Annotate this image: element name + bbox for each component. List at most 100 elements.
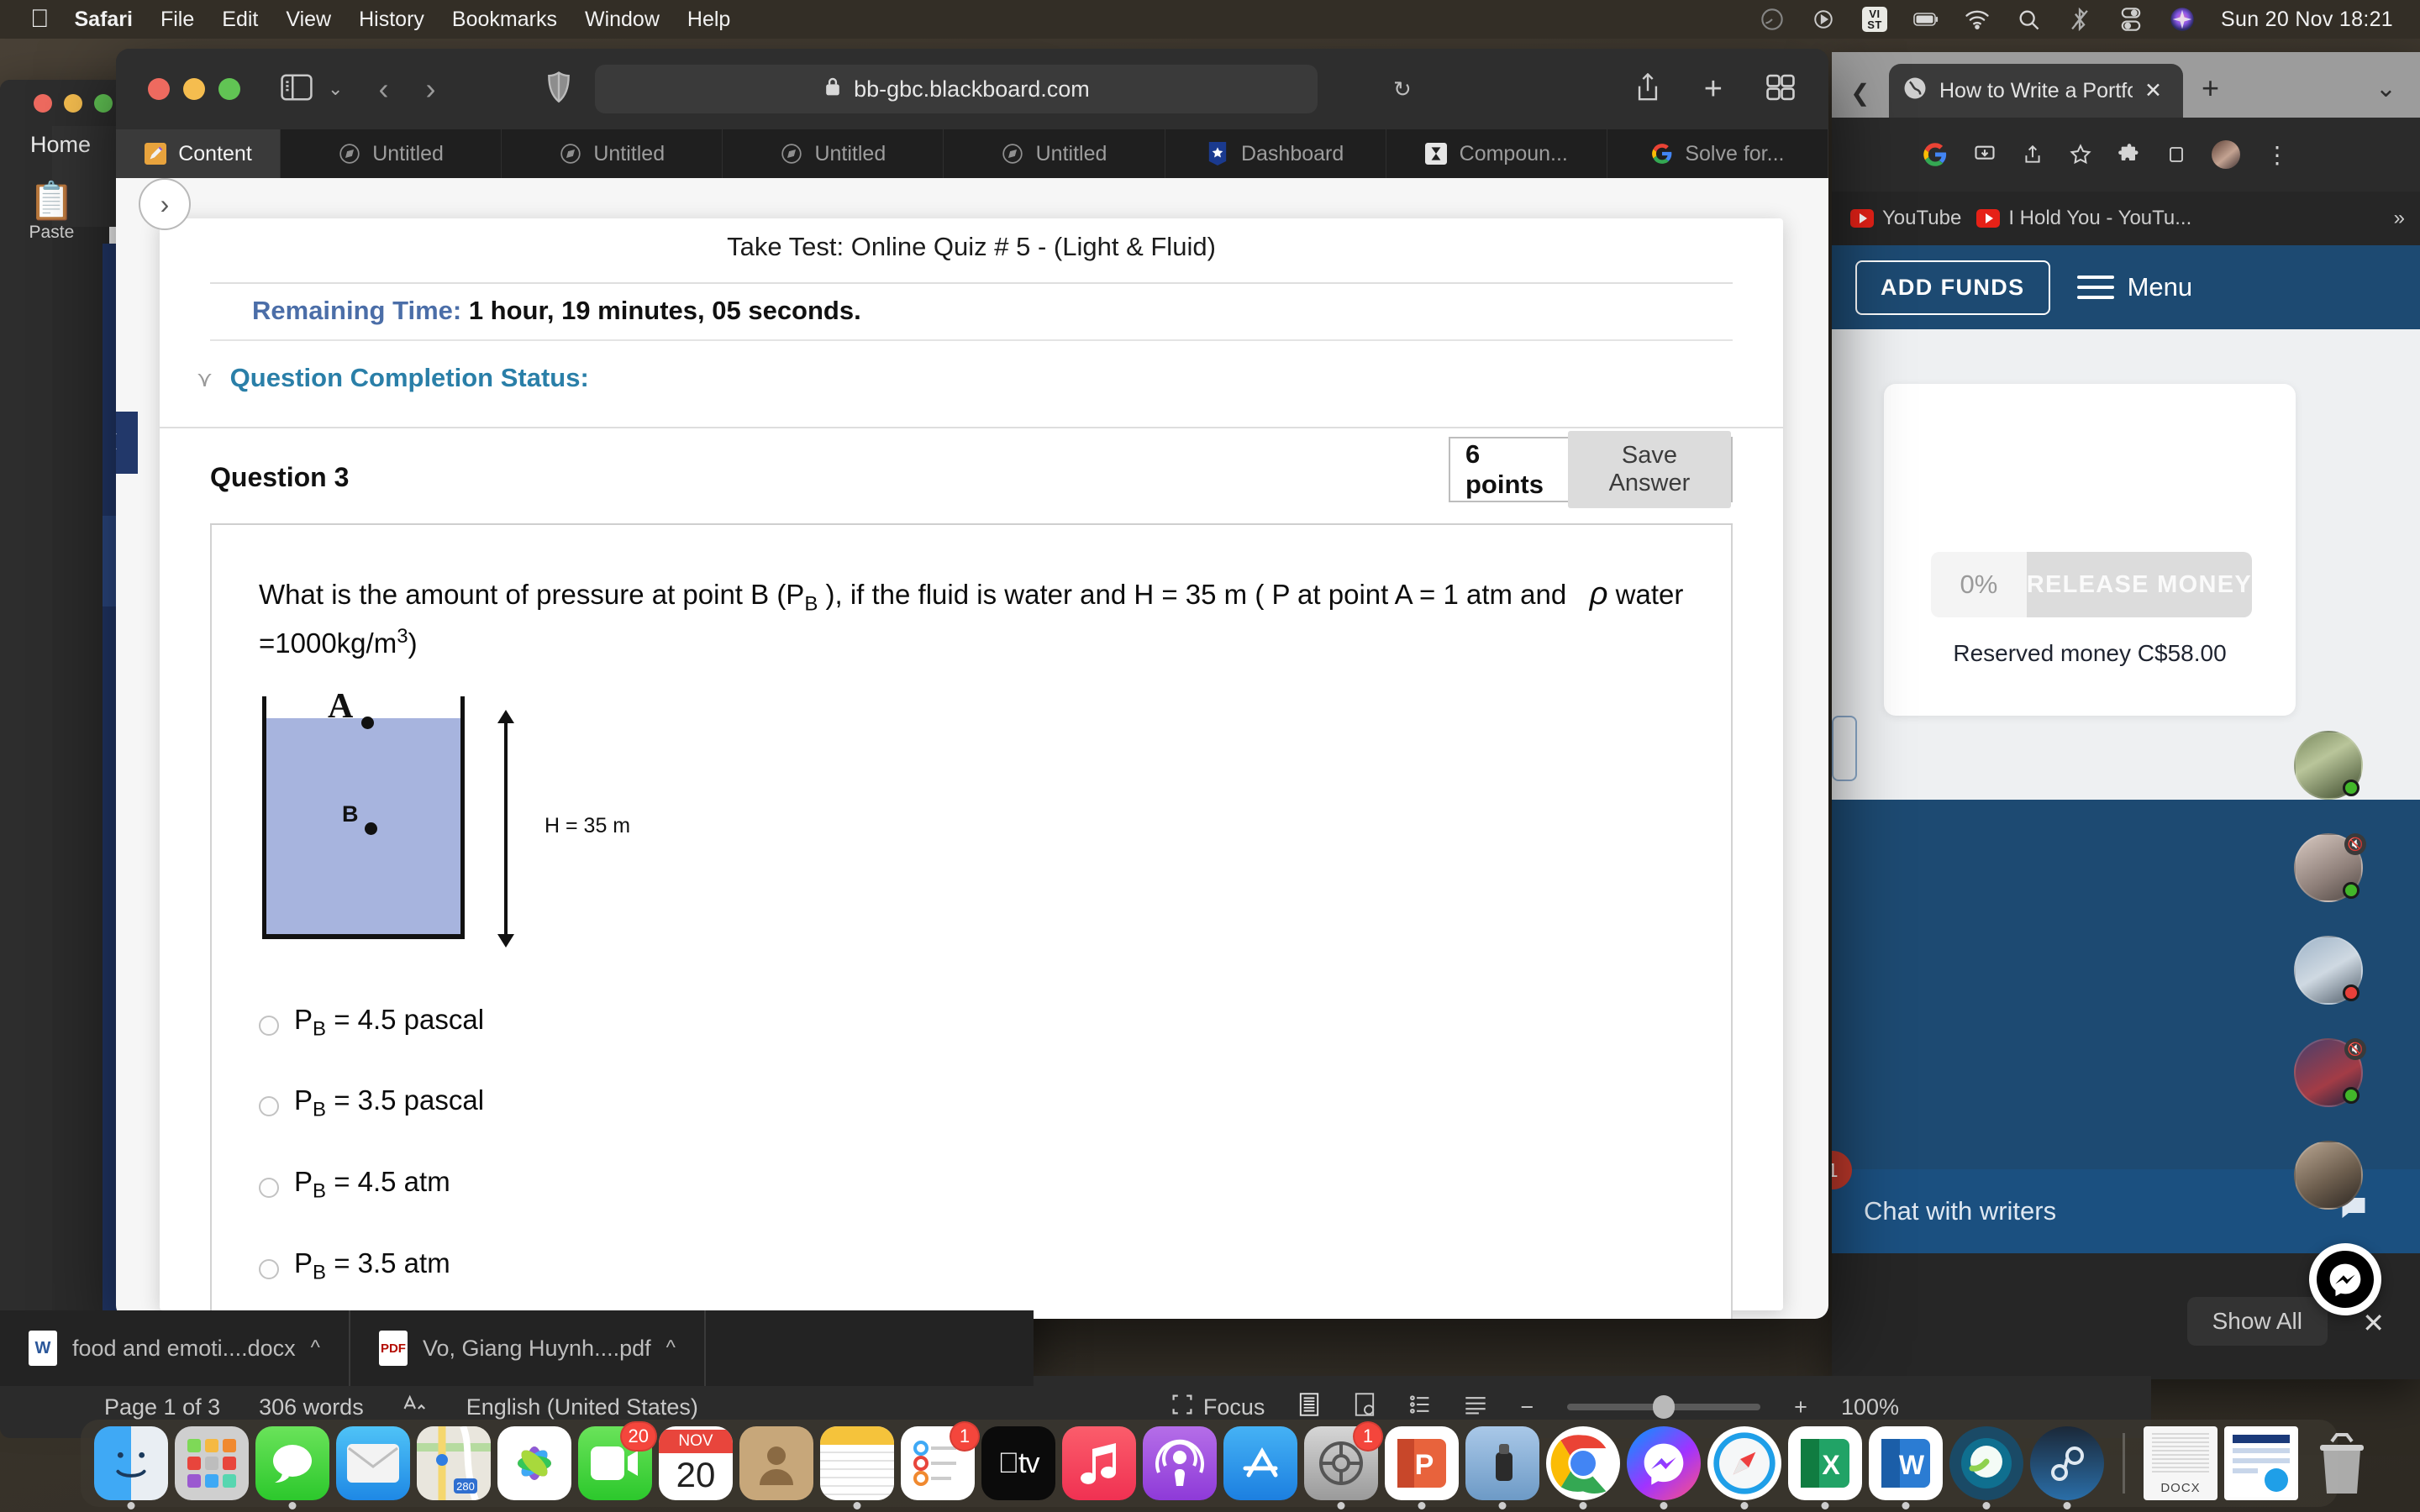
save-answer-button[interactable]: Save Answer (1567, 431, 1731, 508)
dock-item-messages[interactable] (255, 1426, 329, 1509)
close-icon[interactable]: ✕ (2144, 78, 2162, 103)
dock-item-trash[interactable] (2305, 1426, 2379, 1500)
chrome-tab[interactable]: How to Write a Portfo ✕ (1889, 64, 2183, 118)
dock-item-launchpad[interactable] (175, 1426, 249, 1500)
tab-untitled-2[interactable]: Untitled (502, 129, 723, 178)
window-traffic-lights[interactable] (148, 78, 240, 100)
menu-item-file[interactable]: File (160, 8, 194, 32)
avatar[interactable] (2294, 936, 2363, 1005)
avatar[interactable] (2294, 1141, 2363, 1210)
tab-untitled-3[interactable]: Untitled (723, 129, 944, 178)
install-icon[interactable] (1973, 143, 1996, 166)
tab-untitled-1[interactable]: Untitled (281, 129, 502, 178)
close-icon[interactable]: ✕ (2362, 1307, 2385, 1339)
contact-avatar-stack[interactable]: 🔇 🔇 (2294, 731, 2366, 1243)
new-tab-icon[interactable]: + (1704, 73, 1723, 105)
spellcheck-icon[interactable] (402, 1394, 428, 1421)
add-funds-button[interactable]: ADD FUNDS (1855, 260, 2050, 315)
web-layout-icon[interactable] (1354, 1392, 1376, 1422)
outline-icon[interactable] (1409, 1394, 1431, 1420)
draft-icon[interactable] (1465, 1394, 1486, 1420)
bookmark-star-icon[interactable] (2069, 143, 2092, 166)
language-label[interactable]: English (United States) (466, 1394, 698, 1420)
dock-item-mail[interactable] (336, 1426, 410, 1500)
tab-dashboard[interactable]: Dashboard (1165, 129, 1386, 178)
zoom-in-button[interactable]: + (1794, 1394, 1807, 1420)
address-bar[interactable]: bb-gbc.blackboard.com (595, 65, 1318, 113)
dock-item-word[interactable]: W (1869, 1426, 1943, 1509)
close-panel-button[interactable]: ✕ (116, 412, 138, 474)
grammarly-icon[interactable] (1760, 7, 1785, 32)
control-center-icon[interactable] (2118, 7, 2144, 32)
dock-item-docx-file[interactable]: DOCX (2144, 1426, 2217, 1500)
window-minimize-button[interactable] (64, 93, 82, 113)
dock-item-reminders[interactable]: 1 (901, 1421, 980, 1500)
print-layout-icon[interactable] (1298, 1392, 1320, 1422)
dock-item-grammarly[interactable] (1949, 1426, 2023, 1509)
dock-item-contacts[interactable] (739, 1426, 813, 1500)
safari-window[interactable]: ⌄ ‹ › bb-gbc.blackboard.com ↻ + Content … (116, 49, 1828, 1319)
side-action-button-1[interactable] (1832, 716, 1857, 781)
dock-item-apple-tv[interactable]: tv (981, 1426, 1055, 1500)
google-icon[interactable] (1923, 142, 1948, 167)
show-all-button[interactable]: Show All (2186, 1297, 2328, 1346)
dock-item-maps[interactable]: 280 (417, 1426, 491, 1500)
answer-option[interactable]: PB = 4.5 pascal (259, 1004, 1684, 1042)
bookmarks-overflow-icon[interactable]: » (2394, 207, 2420, 230)
zoom-level[interactable]: 100% (1841, 1394, 1899, 1420)
plus-icon[interactable]: + (2202, 71, 2219, 106)
zoom-slider[interactable] (1567, 1395, 1761, 1419)
bookmark-item[interactable]: I Hold You - YouTu... (1976, 207, 2191, 230)
avatar[interactable]: 🔇 (2294, 1038, 2366, 1107)
dock-item-music[interactable] (1062, 1426, 1136, 1500)
radio-button[interactable] (259, 1258, 279, 1279)
vi-st-icon[interactable]: VI ST (1862, 7, 1888, 32)
menu-item-view[interactable]: View (286, 8, 331, 32)
chevron-down-icon[interactable]: ⌄ (2375, 74, 2396, 103)
play-circle-icon[interactable] (1811, 7, 1836, 32)
answer-option[interactable]: PB = 4.5 atm (259, 1166, 1684, 1204)
tab-content[interactable]: Content (116, 129, 281, 178)
window-close-button[interactable] (34, 93, 52, 113)
dock-item-finder[interactable] (94, 1426, 168, 1509)
bookmark-item[interactable]: YouTube (1850, 207, 1961, 230)
dock-item-preview[interactable] (1465, 1426, 1539, 1509)
tab-solve-for[interactable]: Solve for... (1607, 129, 1828, 178)
menu-item-history[interactable]: History (359, 8, 424, 32)
dock-item-pdf-file[interactable] (2224, 1426, 2298, 1500)
dock-item-photos[interactable] (497, 1426, 571, 1500)
menu-item-window[interactable]: Window (585, 8, 660, 32)
bluetooth-off-icon[interactable] (2067, 7, 2092, 32)
dock-item-system-settings[interactable]: 1 (1304, 1421, 1383, 1509)
kebab-menu-icon[interactable]: ⋮ (2265, 141, 2289, 169)
dock-item-steam[interactable] (2030, 1426, 2104, 1509)
tab-compound[interactable]: Compoun... (1386, 129, 1607, 178)
tab-overview-icon[interactable] (1766, 74, 1795, 105)
dock-item-app-store[interactable] (1223, 1426, 1297, 1500)
tab-untitled-4[interactable]: Untitled (944, 129, 1165, 178)
siri-icon[interactable] (2170, 7, 2195, 32)
shield-icon[interactable] (546, 71, 571, 108)
share-icon[interactable] (2022, 143, 2044, 166)
release-money-control[interactable]: 0% RELEASE MONEY (1931, 552, 2252, 617)
battery-icon[interactable] (1913, 7, 1939, 32)
tabstrip-scroll-left-icon[interactable]: ❮ (1850, 79, 1870, 107)
dock-item-chrome[interactable] (1546, 1426, 1620, 1509)
reload-icon[interactable]: ↻ (1393, 76, 1412, 102)
dock-item-excel[interactable]: X (1788, 1426, 1862, 1509)
answer-option[interactable]: PB = 3.5 atm (259, 1247, 1684, 1285)
apple-logo-icon[interactable]:  (30, 7, 50, 32)
wifi-icon[interactable] (1965, 7, 1990, 32)
download-item[interactable]: W food and emoti....docx ^ (0, 1310, 350, 1386)
forward-icon[interactable]: › (425, 74, 435, 104)
word-home-tab[interactable]: Home (30, 132, 91, 158)
word-paste-button[interactable]: 📋 Paste (29, 179, 75, 243)
dock-item-facetime[interactable]: 20 (578, 1421, 657, 1500)
dock-item-notes[interactable] (820, 1426, 894, 1509)
window-zoom-button[interactable] (218, 78, 240, 100)
sidebar-icon[interactable] (281, 73, 313, 105)
expand-panel-button[interactable]: › (139, 178, 191, 230)
profile-avatar[interactable] (2212, 140, 2240, 169)
zoom-slider-handle[interactable] (1653, 1395, 1676, 1419)
question-completion-status[interactable]: ⋎ Question Completion Status: (160, 341, 1783, 427)
